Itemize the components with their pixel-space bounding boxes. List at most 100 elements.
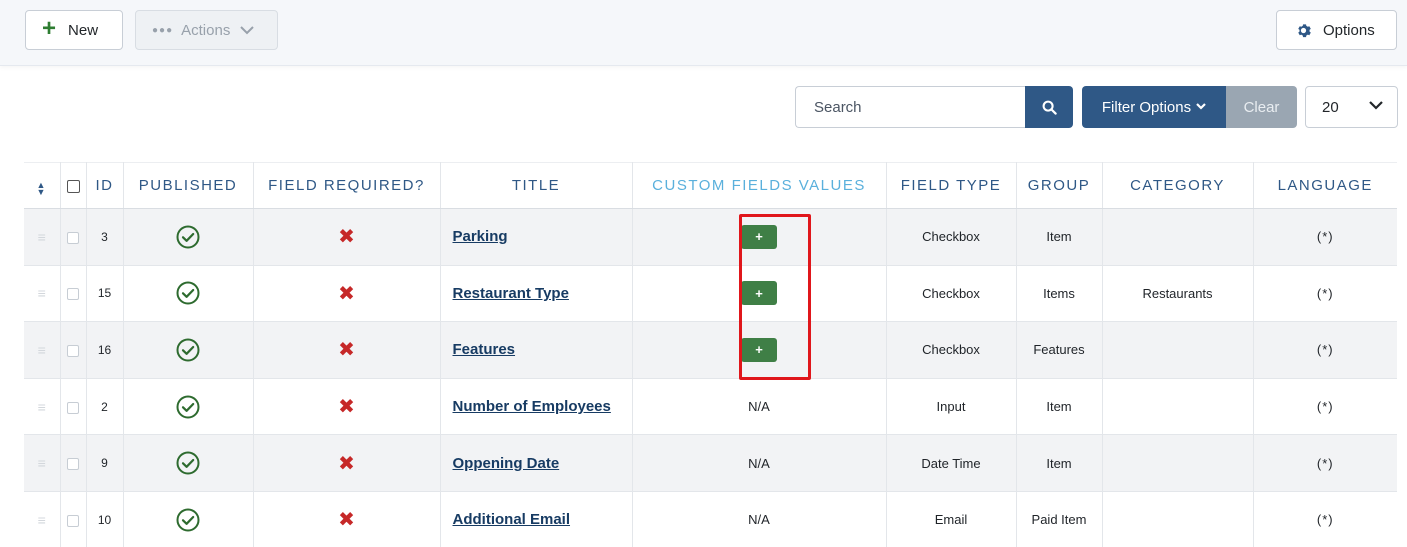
title-cell: Restaurant Type (440, 265, 633, 323)
field-title-link[interactable]: Additional Email (453, 511, 571, 528)
drag-handle-icon[interactable]: ≡ (38, 285, 46, 301)
published-check-icon[interactable] (176, 451, 200, 475)
search-icon (1042, 100, 1057, 115)
field-required-cell: ✖ (253, 434, 441, 492)
not-required-x-icon[interactable]: ✖ (338, 226, 355, 248)
filter-options-button[interactable]: Filter Options (1082, 86, 1226, 128)
list-limit-value: 20 (1322, 98, 1339, 116)
not-required-x-icon[interactable]: ✖ (338, 453, 355, 475)
row-select-cell (60, 321, 87, 379)
row-checkbox[interactable] (67, 345, 79, 358)
field-type-cell: Input (886, 378, 1017, 436)
table-row: ≡ 16 ✖ Features + Checkbox Features (*) (24, 321, 1397, 379)
chevron-down-icon (1196, 101, 1206, 113)
chevron-down-icon (1369, 100, 1383, 110)
row-id: 9 (86, 434, 124, 492)
not-required-x-icon[interactable]: ✖ (338, 283, 355, 305)
group-cell: Items (1016, 265, 1103, 323)
not-required-x-icon[interactable]: ✖ (338, 509, 355, 531)
field-required-cell: ✖ (253, 491, 441, 547)
published-check-icon[interactable] (176, 508, 200, 532)
drag-handle-cell[interactable]: ≡ (24, 321, 61, 379)
drag-handle-cell[interactable]: ≡ (24, 434, 61, 492)
field-type-cell: Date Time (886, 434, 1017, 492)
fields-table: ▲ ▼ ID PUBLISHED FIELD REQUIRED? TITLE CU… (24, 162, 1397, 547)
list-limit-select[interactable]: 20 (1305, 86, 1398, 128)
row-select-cell (60, 265, 87, 323)
new-button[interactable]: + New (25, 10, 123, 50)
published-check-icon[interactable] (176, 225, 200, 249)
column-header-title[interactable]: TITLE (440, 162, 633, 209)
published-cell (123, 208, 254, 266)
field-title-link[interactable]: Restaurant Type (453, 285, 569, 302)
column-header-category[interactable]: CATEGORY (1102, 162, 1254, 209)
row-select-cell (60, 208, 87, 266)
column-header-language[interactable]: LANGUAGE (1253, 162, 1397, 209)
row-checkbox[interactable] (67, 288, 79, 301)
drag-handle-cell[interactable]: ≡ (24, 265, 61, 323)
drag-handle-cell[interactable]: ≡ (24, 208, 61, 266)
row-id: 16 (86, 321, 124, 379)
add-custom-value-button[interactable]: + (741, 281, 777, 306)
group-cell: Paid Item (1016, 491, 1103, 547)
drag-handle-icon[interactable]: ≡ (38, 512, 46, 528)
title-cell: Features (440, 321, 633, 379)
clear-button[interactable]: Clear (1226, 86, 1297, 128)
search-input[interactable] (795, 86, 1026, 128)
column-header-field-required[interactable]: FIELD REQUIRED? (253, 162, 441, 209)
drag-handle-cell[interactable]: ≡ (24, 378, 61, 436)
ellipsis-icon: ●●● (152, 24, 174, 36)
drag-handle-icon[interactable]: ≡ (38, 399, 46, 415)
published-check-icon[interactable] (176, 281, 200, 305)
row-id: 2 (86, 378, 124, 436)
group-cell: Item (1016, 208, 1103, 266)
drag-handle-icon[interactable]: ≡ (38, 229, 46, 245)
column-header-field-type[interactable]: FIELD TYPE (886, 162, 1017, 209)
add-custom-value-button[interactable]: + (741, 224, 777, 249)
language-cell: (*) (1253, 491, 1397, 547)
group-cell: Item (1016, 378, 1103, 436)
group-cell: Features (1016, 321, 1103, 379)
custom-values-cell: N/A (632, 378, 887, 436)
row-checkbox[interactable] (67, 514, 79, 527)
category-cell (1102, 491, 1254, 547)
language-cell: (*) (1253, 378, 1397, 436)
column-header-published[interactable]: PUBLISHED (123, 162, 254, 209)
custom-values-cell: + (632, 265, 887, 323)
sort-ordering-header[interactable]: ▲ ▼ (24, 162, 61, 209)
row-checkbox[interactable] (67, 401, 79, 414)
gear-icon (1296, 23, 1311, 38)
not-required-x-icon[interactable]: ✖ (338, 396, 355, 418)
row-checkbox[interactable] (67, 458, 79, 471)
drag-handle-cell[interactable]: ≡ (24, 491, 61, 547)
custom-values-cell: N/A (632, 434, 887, 492)
title-cell: Number of Employees (440, 378, 633, 436)
row-id: 15 (86, 265, 124, 323)
field-title-link[interactable]: Oppening Date (453, 455, 560, 472)
category-cell (1102, 321, 1254, 379)
table-row: ≡ 9 ✖ Oppening Date N/A Date Time Item (*) (24, 434, 1397, 492)
options-button-label: Options (1323, 21, 1375, 39)
published-check-icon[interactable] (176, 395, 200, 419)
row-id: 10 (86, 491, 124, 547)
column-header-group[interactable]: GROUP (1016, 162, 1103, 209)
options-button[interactable]: Options (1276, 10, 1397, 50)
row-checkbox[interactable] (67, 231, 79, 244)
actions-button[interactable]: ●●● Actions (135, 10, 278, 50)
search-button[interactable] (1025, 86, 1073, 128)
row-select-cell (60, 491, 87, 547)
published-check-icon[interactable] (176, 338, 200, 362)
column-header-id[interactable]: ID (86, 162, 124, 209)
not-required-x-icon[interactable]: ✖ (338, 339, 355, 361)
new-button-label: New (68, 21, 99, 39)
drag-handle-icon[interactable]: ≡ (38, 342, 46, 358)
add-custom-value-button[interactable]: + (741, 337, 777, 362)
field-type-cell: Checkbox (886, 208, 1017, 266)
select-all-checkbox[interactable] (66, 179, 80, 193)
field-title-link[interactable]: Features (453, 341, 516, 358)
title-cell: Oppening Date (440, 434, 633, 492)
field-title-link[interactable]: Parking (453, 228, 508, 245)
drag-handle-icon[interactable]: ≡ (38, 455, 46, 471)
column-header-custom-fields-values: CUSTOM FIELDS VALUES (632, 162, 887, 209)
field-title-link[interactable]: Number of Employees (453, 398, 611, 415)
